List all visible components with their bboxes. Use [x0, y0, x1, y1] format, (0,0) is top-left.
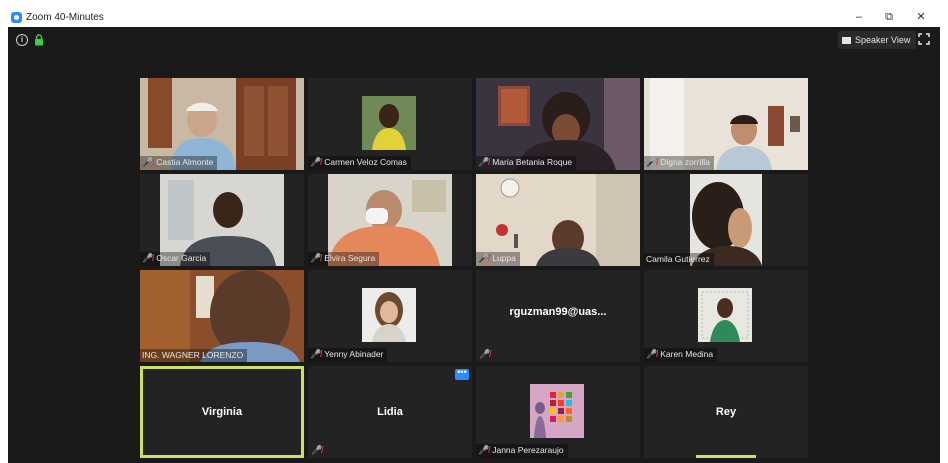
zoom-app-icon [11, 12, 22, 23]
participant-name: ING. WAGNER LORENZO [142, 350, 244, 360]
window-title: Zoom 40-Minutes [26, 12, 104, 23]
participant-name: Carmen Veloz Comas [324, 157, 407, 167]
participant-name-label: 🎤̸ Digna zorrilla [644, 156, 714, 170]
participant-tile[interactable]: 🎤̸ Karen Medina [644, 270, 808, 362]
profile-picture [698, 288, 752, 342]
participant-name: Janna Perezaraujo [492, 445, 564, 455]
participant-name: Maria Betania Roque [492, 157, 573, 167]
mic-muted-icon: 🎤̸ [478, 253, 490, 263]
participant-name-label: 🎤̸ Karen Medina [644, 348, 718, 362]
participant-tile[interactable]: 🎤̸ Luppa [476, 174, 640, 266]
participant-name-label: 🎤̸ Maria Betania Roque [476, 156, 577, 170]
participant-tile[interactable]: 🎤̸ Castia Almonte [140, 78, 304, 170]
participant-tile[interactable]: ••• Lidia 🎤̸ [308, 366, 472, 458]
meeting-top-bar: i Speaker View [8, 27, 940, 55]
participant-name: rguzman99@uas... [509, 306, 607, 318]
participant-name: Yenny Abinader [324, 349, 384, 359]
participant-tile[interactable]: 🎤̸ Carmen Veloz Comas [308, 78, 472, 170]
lock-icon[interactable] [34, 34, 44, 46]
speaker-view-icon [842, 37, 851, 45]
participant-tile[interactable]: 🎤̸ Elvira Segura [308, 174, 472, 266]
speaker-view-label: Speaker View [855, 35, 911, 45]
participant-name-label: ING. WAGNER LORENZO [140, 349, 248, 362]
restore-button[interactable]: ⧉ [874, 8, 904, 27]
participant-name: Oscar Garcia [156, 253, 207, 263]
mic-muted-icon: 🎤̸ [311, 445, 323, 455]
mic-muted-icon: 🎤̸ [142, 157, 154, 167]
participant-tile-active-speaker[interactable]: Virginia [140, 366, 304, 458]
participant-name: Virginia [201, 406, 243, 418]
participant-name-label: Camila Gutierrez [644, 253, 714, 266]
gallery-view: 🎤̸ Castia Almonte 🎤̸ Carmen Veloz Comas 🎤̸… [8, 55, 940, 463]
mic-muted-icon: 🎤̸ [310, 349, 322, 359]
participant-name: Elvira Segura [324, 253, 376, 263]
participant-name: Rey [715, 406, 737, 418]
fullscreen-icon[interactable] [918, 33, 930, 45]
participant-name: Lidia [377, 406, 403, 418]
participant-tile[interactable]: 🎤̸ Maria Betania Roque [476, 78, 640, 170]
participant-tile[interactable]: Camila Gutierrez [644, 174, 808, 266]
participant-name: Castia Almonte [156, 157, 214, 167]
participant-name: Karen Medina [660, 349, 714, 359]
title-bar: Zoom 40-Minutes – ⧉ ✕ [8, 8, 940, 27]
participant-tile[interactable]: rguzman99@uas... 🎤̸ [476, 270, 640, 362]
participant-tile[interactable]: 🎤̸ Yenny Abinader [308, 270, 472, 362]
participant-name-label: 🎤̸ Janna Perezaraujo [476, 444, 568, 458]
participant-name: Luppa [492, 253, 516, 263]
participant-name-label: 🎤̸ Yenny Abinader [308, 348, 388, 362]
info-icon[interactable]: i [16, 34, 28, 46]
mic-muted-icon: 🎤̸ [646, 157, 658, 167]
mic-muted-icon: 🎤̸ [646, 349, 658, 359]
mic-muted-icon: 🎤̸ [479, 349, 491, 359]
profile-picture [530, 384, 584, 438]
profile-picture [362, 96, 416, 150]
participant-name: Camila Gutierrez [646, 254, 710, 264]
participant-name: Digna zorrilla [660, 157, 710, 167]
participant-name-label: 🎤̸ Oscar Garcia [140, 252, 211, 266]
participant-tile[interactable]: 🎤̸ Oscar Garcia [140, 174, 304, 266]
participant-tile[interactable]: 🎤̸ Digna zorrilla [644, 78, 808, 170]
participant-name-label: 🎤̸ Castia Almonte [140, 156, 218, 170]
zoom-window: Zoom 40-Minutes – ⧉ ✕ i Speaker View 🎤̸ … [8, 8, 940, 463]
mic-muted-icon: 🎤̸ [478, 157, 490, 167]
more-options-icon[interactable]: ••• [455, 368, 469, 380]
participant-name-label: 🎤̸ Carmen Veloz Comas [308, 156, 411, 170]
mic-muted-icon: 🎤̸ [142, 253, 154, 263]
participant-tile[interactable]: ING. WAGNER LORENZO [140, 270, 304, 362]
audio-indicator [696, 455, 756, 458]
mic-muted-icon: 🎤̸ [310, 157, 322, 167]
mic-muted-icon: 🎤̸ [478, 445, 490, 455]
profile-picture [362, 288, 416, 342]
close-button[interactable]: ✕ [906, 8, 936, 27]
participant-tile[interactable]: Rey [644, 366, 808, 458]
participant-tile[interactable]: 🎤̸ Janna Perezaraujo [476, 366, 640, 458]
minimize-button[interactable]: – [844, 8, 874, 27]
participant-name-label: 🎤̸ Elvira Segura [308, 252, 380, 266]
speaker-view-button[interactable]: Speaker View [838, 31, 917, 49]
mic-muted-icon: 🎤̸ [310, 253, 322, 263]
participant-name-label: 🎤̸ Luppa [476, 252, 520, 266]
